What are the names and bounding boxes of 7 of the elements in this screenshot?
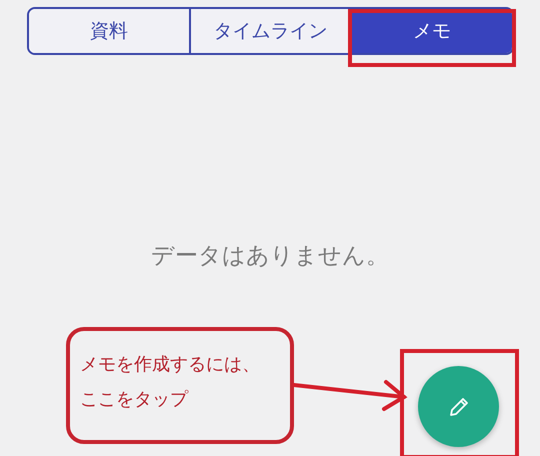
add-memo-button[interactable] xyxy=(418,366,499,447)
tab[interactable]: 資料 xyxy=(29,9,189,53)
callout-text: ここをタップ xyxy=(80,389,188,410)
callout-text: メモを作成するには、 xyxy=(80,354,260,375)
tab[interactable]: タイムライン xyxy=(188,9,350,53)
pencil-icon xyxy=(448,396,470,418)
empty-message: データはありません。 xyxy=(151,243,389,269)
